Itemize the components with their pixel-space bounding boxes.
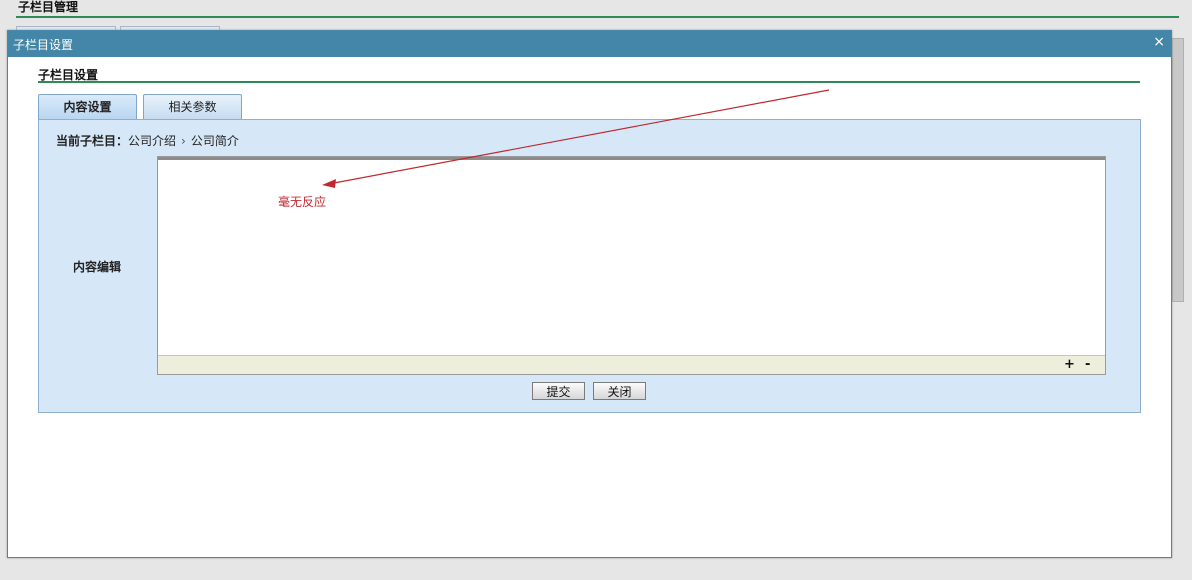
annotation-text: 毫无反应 [278, 195, 327, 209]
annotation-overlay [322, 89, 830, 188]
annotation-arrow-icon [322, 179, 336, 188]
annotation-arrow-line [333, 89, 830, 184]
